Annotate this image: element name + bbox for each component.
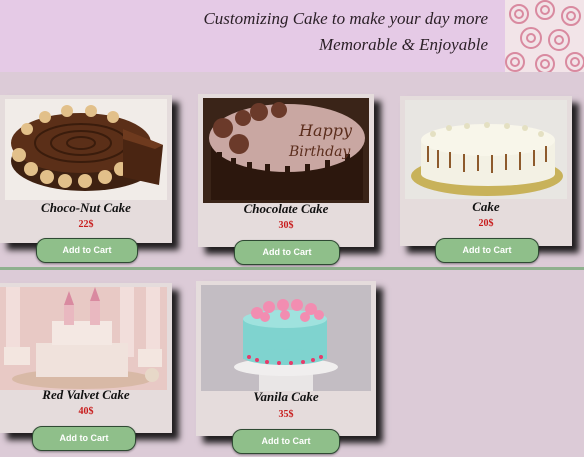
cream-cake-image [405,100,567,199]
product-card-cake: Cake 20$ [400,96,572,246]
rose-frosting-image [505,0,584,72]
product-card-choco-nut: Choco-Nut Cake 22$ [0,95,172,243]
product-price: 35$ [278,409,294,420]
tagline-line-2: Memorable & Enjoyable [318,35,488,54]
svg-text:Birthday: Birthday [288,144,351,160]
product-name: Cake [472,199,500,214]
add-to-cart-button[interactable]: Add to Cart [234,240,340,265]
product-card-vanila: Vanila Cake 35$ [196,281,376,436]
product-name: Vanila Cake [253,389,319,404]
product-name: Chocolate Cake [243,201,329,216]
add-to-cart-button[interactable]: Add to Cart [435,238,539,263]
section-divider [0,267,584,270]
add-to-cart-button[interactable]: Add to Cart [32,426,136,451]
castle-cake-image [0,287,167,390]
tagline-line-1: Customizing Cake to make your day more [203,9,488,28]
product-name: Red Valvet Cake [42,387,130,402]
product-card-red-valvet: Red Valvet Cake 40$ [0,283,172,433]
add-to-cart-button[interactable]: Add to Cart [232,429,340,454]
product-card-chocolate: Happy Birthday Chocolate Cake 30$ [198,94,374,247]
add-to-cart-button[interactable]: Add to Cart [36,238,138,263]
product-price: 30$ [278,220,294,231]
svg-text:Happy: Happy [298,121,353,140]
product-price: 22$ [78,219,94,230]
header-banner: Customizing Cake to make your day more M… [0,0,584,72]
vanila-cake-image [201,285,371,391]
choco-nut-cake-image [5,99,167,200]
product-price: 40$ [78,406,94,417]
product-price: 20$ [478,218,494,229]
product-name: Choco-Nut Cake [41,200,131,215]
chocolate-cake-image: Happy Birthday [203,98,369,203]
